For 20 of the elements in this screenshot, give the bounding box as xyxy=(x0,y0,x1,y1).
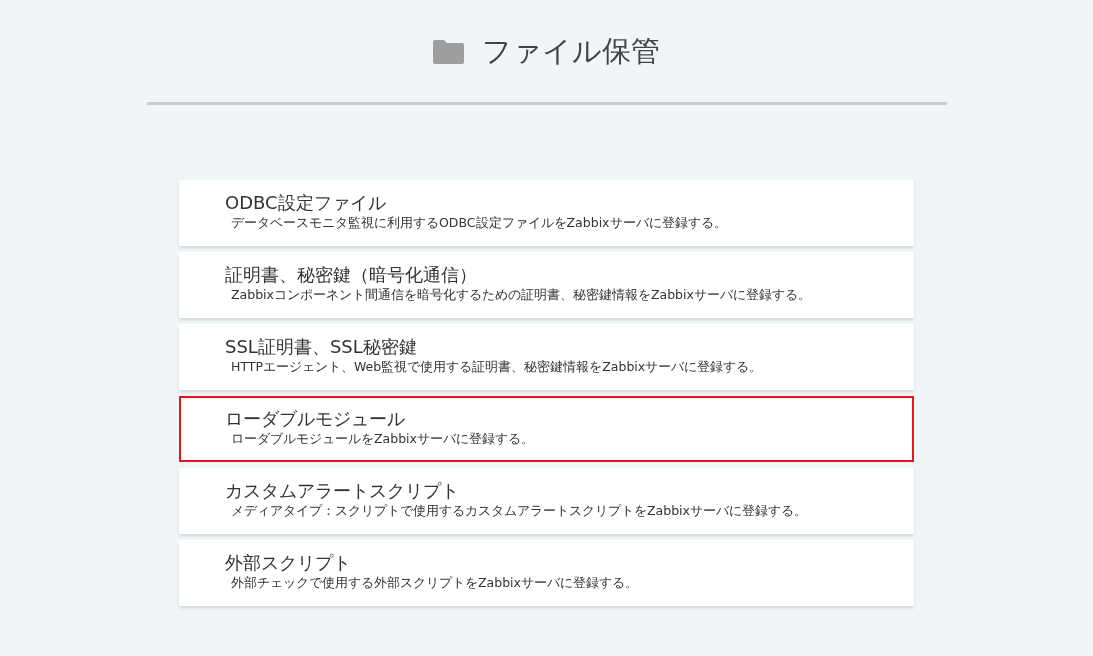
card-title: カスタムアラートスクリプト xyxy=(225,479,460,503)
menu-card[interactable]: カスタムアラートスクリプト メディアタイプ：スクリプトで使用するカスタムアラートスクリプトをZabbixサーバに登録する。 xyxy=(179,468,914,534)
card-description: ローダブルモジュールをZabbixサーバに登録する。 xyxy=(231,431,534,447)
card-title: 外部スクリプト xyxy=(225,551,352,575)
menu-card[interactable]: 証明書、秘密鍵（暗号化通信） Zabbixコンポーネント間通信を暗号化するための証明書、秘密鍵情報をZabbixサーバに登録する。 xyxy=(179,252,914,318)
card-description: メディアタイプ：スクリプトで使用するカスタムアラートスクリプトをZabbixサーバに登録する。 xyxy=(231,503,807,519)
card-title: SSL証明書、SSL秘密鍵 xyxy=(225,335,418,359)
folder-icon xyxy=(433,40,464,64)
card-description: Zabbixコンポーネント間通信を暗号化するための証明書、秘密鍵情報をZabbixサーバに登録する。 xyxy=(231,287,811,303)
card-description: HTTPエージェント、Web監視で使用する証明書、秘密鍵情報をZabbixサーバに登録する。 xyxy=(231,359,763,375)
card-title: ODBC設定ファイル xyxy=(225,191,387,215)
menu-card[interactable]: SSL証明書、SSL秘密鍵 HTTPエージェント、Web監視で使用する証明書、秘密鍵情報をZabbixサーバに登録する。 xyxy=(179,324,914,390)
card-title: 証明書、秘密鍵（暗号化通信） xyxy=(225,263,478,287)
menu-card[interactable]: ODBC設定ファイル データベースモニタ監視に利用するODBC設定ファイルをZabbixサーバに登録する。 xyxy=(179,180,914,246)
card-title: ローダブルモジュール xyxy=(225,407,406,431)
page-title: ファイル保管 xyxy=(482,33,660,70)
card-description: 外部チェックで使用する外部スクリプトをZabbixサーバに登録する。 xyxy=(231,575,638,591)
card-description: データベースモニタ監視に利用するODBC設定ファイルをZabbixサーバに登録する。 xyxy=(231,215,727,231)
menu-card[interactable]: 外部スクリプト 外部チェックで使用する外部スクリプトをZabbixサーバに登録する。 xyxy=(179,540,914,606)
menu-card[interactable]: ローダブルモジュール ローダブルモジュールをZabbixサーバに登録する。 xyxy=(179,396,914,462)
